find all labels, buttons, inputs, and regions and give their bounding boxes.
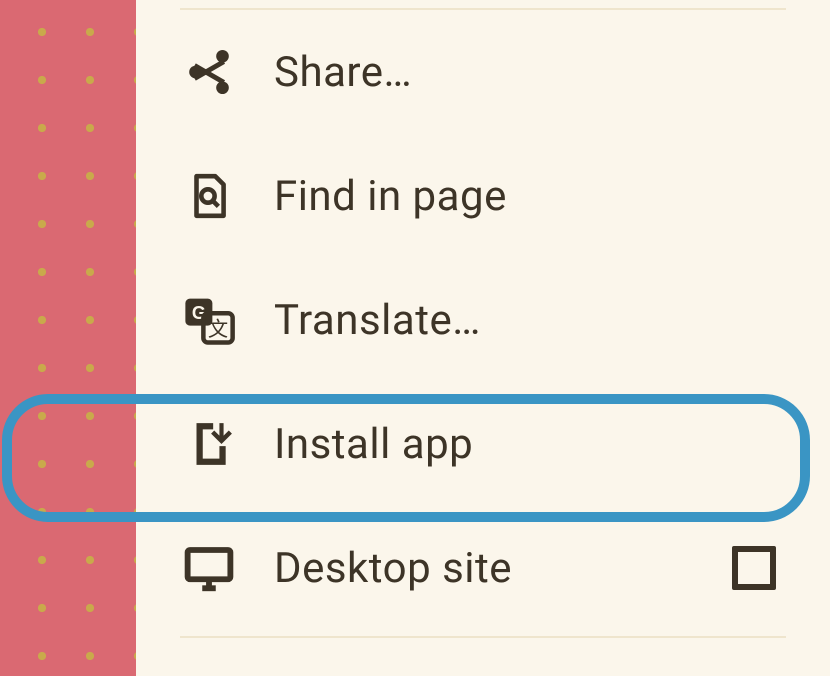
browser-menu-panel: Share… Find in page G 文 Translate… [136,0,830,676]
svg-text:文: 文 [208,318,228,341]
desktop-icon [180,539,238,597]
menu-item-share[interactable]: Share… [136,10,830,134]
desktop-site-checkbox[interactable] [732,546,776,590]
menu-item-desktop-site[interactable]: Desktop site [136,506,830,630]
menu-item-label: Desktop site [274,544,512,593]
menu-item-label: Translate… [274,296,481,345]
translate-icon: G 文 [180,291,238,349]
divider [180,636,786,638]
find-in-page-icon [180,167,238,225]
share-icon [180,43,238,101]
install-app-icon [180,415,238,473]
menu-item-label: Share… [274,48,412,97]
menu-item-label: Install app [274,420,473,469]
menu-item-label: Find in page [274,172,507,221]
menu-item-install-app[interactable]: Install app [136,382,830,506]
menu-item-find-in-page[interactable]: Find in page [136,134,830,258]
menu-item-translate[interactable]: G 文 Translate… [136,258,830,382]
